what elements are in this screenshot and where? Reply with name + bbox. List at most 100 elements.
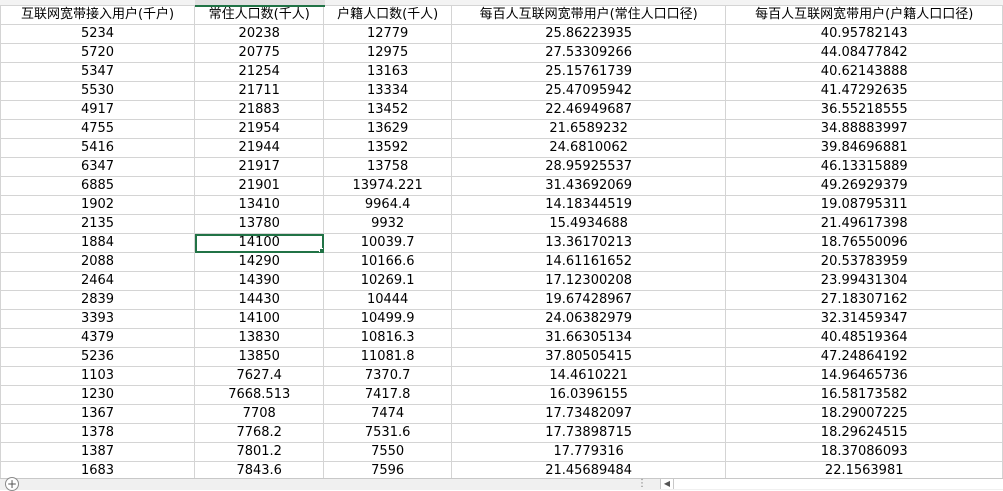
table-cell[interactable]: 20238 xyxy=(194,24,325,44)
table-cell[interactable]: 5236 xyxy=(0,347,196,367)
table-cell[interactable]: 10166.6 xyxy=(323,252,452,272)
table-cell[interactable]: 13850 xyxy=(194,347,325,367)
table-cell[interactable]: 14390 xyxy=(194,271,325,291)
table-cell[interactable]: 1103 xyxy=(0,366,196,386)
table-cell[interactable]: 1387 xyxy=(0,442,196,462)
column-header-cell[interactable]: 常住人口数(千人) xyxy=(194,5,325,25)
table-cell[interactable]: 19.08795311 xyxy=(725,195,1003,215)
table-cell[interactable]: 16.58173582 xyxy=(725,385,1003,405)
table-cell[interactable]: 40.48519364 xyxy=(725,328,1003,348)
table-cell[interactable]: 13.36170213 xyxy=(450,233,727,253)
table-cell[interactable]: 25.15761739 xyxy=(450,62,727,82)
table-cell[interactable]: 27.18307162 xyxy=(725,290,1003,310)
table-cell[interactable]: 1884 xyxy=(0,233,196,253)
table-cell[interactable]: 21254 xyxy=(194,62,325,82)
table-cell[interactable]: 23.99431304 xyxy=(725,271,1003,291)
tab-split-handle-icon[interactable]: ⋮ xyxy=(637,478,647,489)
column-header-cell[interactable]: 每百人互联网宽带用户(常住人口口径) xyxy=(450,5,727,25)
table-cell[interactable]: 21901 xyxy=(194,176,325,196)
table-cell[interactable]: 13592 xyxy=(323,138,452,158)
table-cell[interactable]: 7768.2 xyxy=(194,423,325,443)
table-cell[interactable]: 25.86223935 xyxy=(450,24,727,44)
table-cell[interactable]: 7370.7 xyxy=(323,366,452,386)
table-cell[interactable]: 1902 xyxy=(0,195,196,215)
table-cell[interactable]: 31.43692069 xyxy=(450,176,727,196)
table-cell[interactable]: 40.95782143 xyxy=(725,24,1003,44)
table-cell[interactable]: 13452 xyxy=(323,100,452,120)
table-cell[interactable]: 7668.513 xyxy=(194,385,325,405)
table-cell[interactable]: 13410 xyxy=(194,195,325,215)
table-cell[interactable]: 5720 xyxy=(0,43,196,63)
table-cell[interactable]: 2839 xyxy=(0,290,196,310)
table-cell[interactable]: 13830 xyxy=(194,328,325,348)
table-cell[interactable]: 7708 xyxy=(194,404,325,424)
table-cell[interactable]: 7627.4 xyxy=(194,366,325,386)
table-cell[interactable]: 21.45689484 xyxy=(450,461,727,478)
column-header-cell[interactable]: 户籍人口数(千人) xyxy=(323,5,452,25)
table-cell[interactable]: 21954 xyxy=(194,119,325,139)
table-cell[interactable]: 21.49617398 xyxy=(725,214,1003,234)
table-cell[interactable]: 14.18344519 xyxy=(450,195,727,215)
table-cell[interactable]: 11081.8 xyxy=(323,347,452,367)
table-cell[interactable]: 9932 xyxy=(323,214,452,234)
table-cell[interactable]: 18.29624515 xyxy=(725,423,1003,443)
table-cell[interactable]: 4917 xyxy=(0,100,196,120)
table-cell[interactable]: 13334 xyxy=(323,81,452,101)
table-cell[interactable]: 12975 xyxy=(323,43,452,63)
fill-handle[interactable] xyxy=(319,248,323,252)
table-cell[interactable]: 24.6810062 xyxy=(450,138,727,158)
table-cell[interactable]: 2135 xyxy=(0,214,196,234)
table-cell[interactable]: 18.76550096 xyxy=(725,233,1003,253)
table-cell[interactable]: 7596 xyxy=(323,461,452,478)
table-cell[interactable]: 13974.221 xyxy=(323,176,452,196)
table-cell[interactable]: 36.55218555 xyxy=(725,100,1003,120)
selected-cell[interactable]: 14100 xyxy=(194,233,325,253)
table-cell[interactable]: 14100 xyxy=(194,309,325,329)
table-cell[interactable]: 13629 xyxy=(323,119,452,139)
table-cell[interactable]: 27.53309266 xyxy=(450,43,727,63)
horizontal-scrollbar[interactable]: ◀ xyxy=(660,479,1003,489)
table-cell[interactable]: 28.95925537 xyxy=(450,157,727,177)
table-cell[interactable]: 7550 xyxy=(323,442,452,462)
table-cell[interactable]: 18.29007225 xyxy=(725,404,1003,424)
table-cell[interactable]: 5416 xyxy=(0,138,196,158)
table-cell[interactable]: 5530 xyxy=(0,81,196,101)
table-cell[interactable]: 1683 xyxy=(0,461,196,478)
table-cell[interactable]: 7801.2 xyxy=(194,442,325,462)
table-cell[interactable]: 10269.1 xyxy=(323,271,452,291)
table-cell[interactable]: 20775 xyxy=(194,43,325,63)
table-cell[interactable]: 14.96465736 xyxy=(725,366,1003,386)
table-cell[interactable]: 14430 xyxy=(194,290,325,310)
table-cell[interactable]: 17.73898715 xyxy=(450,423,727,443)
table-cell[interactable]: 10444 xyxy=(323,290,452,310)
table-cell[interactable]: 7843.6 xyxy=(194,461,325,478)
table-cell[interactable]: 32.31459347 xyxy=(725,309,1003,329)
table-cell[interactable]: 39.84696881 xyxy=(725,138,1003,158)
table-cell[interactable]: 21711 xyxy=(194,81,325,101)
active-column-header[interactable] xyxy=(195,0,325,7)
table-cell[interactable]: 19.67428967 xyxy=(450,290,727,310)
table-cell[interactable]: 20.53783959 xyxy=(725,252,1003,272)
table-cell[interactable]: 34.88883997 xyxy=(725,119,1003,139)
table-cell[interactable]: 7417.8 xyxy=(323,385,452,405)
column-header-cell[interactable]: 每百人互联网宽带用户(户籍人口口径) xyxy=(725,5,1003,25)
table-cell[interactable]: 16.0396155 xyxy=(450,385,727,405)
table-cell[interactable]: 13758 xyxy=(323,157,452,177)
table-cell[interactable]: 22.1563981 xyxy=(725,461,1003,478)
table-cell[interactable]: 10816.3 xyxy=(323,328,452,348)
table-cell[interactable]: 1378 xyxy=(0,423,196,443)
table-cell[interactable]: 13163 xyxy=(323,62,452,82)
scroll-left-arrow-icon[interactable]: ◀ xyxy=(661,479,674,489)
table-cell[interactable]: 2464 xyxy=(0,271,196,291)
table-cell[interactable]: 4755 xyxy=(0,119,196,139)
table-cell[interactable]: 21944 xyxy=(194,138,325,158)
table-cell[interactable]: 6885 xyxy=(0,176,196,196)
table-cell[interactable]: 44.08477842 xyxy=(725,43,1003,63)
table-cell[interactable]: 21.6589232 xyxy=(450,119,727,139)
table-cell[interactable]: 10499.9 xyxy=(323,309,452,329)
table-cell[interactable]: 14.61161652 xyxy=(450,252,727,272)
table-cell[interactable]: 18.37086093 xyxy=(725,442,1003,462)
table-cell[interactable]: 17.779316 xyxy=(450,442,727,462)
table-cell[interactable]: 4379 xyxy=(0,328,196,348)
table-cell[interactable]: 40.62143888 xyxy=(725,62,1003,82)
